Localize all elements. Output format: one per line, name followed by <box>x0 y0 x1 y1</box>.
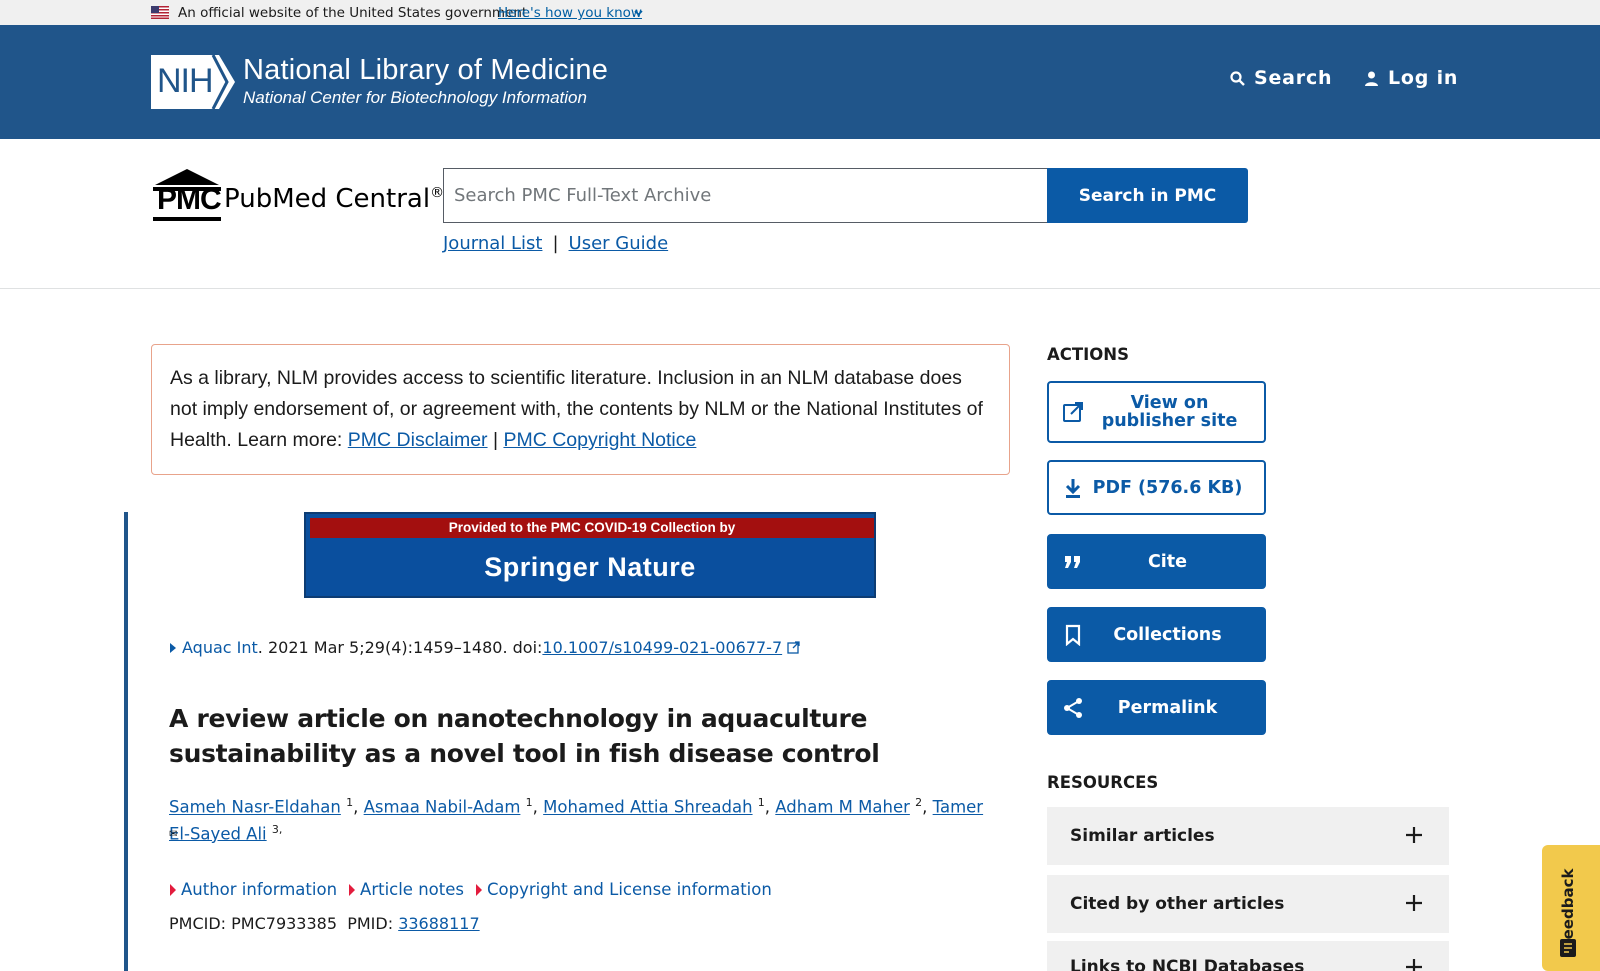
corresponding-author-icon[interactable]: ✉ <box>169 829 177 840</box>
external-link-icon <box>1061 400 1085 424</box>
caret-right-icon <box>170 642 176 653</box>
plus-icon <box>1406 827 1422 843</box>
pdf-download-button[interactable]: PDF (576.6 KB) <box>1047 460 1266 515</box>
how-you-know-link[interactable]: Here's how you know <box>498 5 642 21</box>
pmc-copyright-link[interactable]: PMC Copyright Notice <box>503 429 696 451</box>
pmc-links: Journal List | User Guide <box>443 233 668 254</box>
pmc-logo-text: PMC <box>157 183 222 216</box>
feedback-icon <box>1560 939 1576 957</box>
article-ids: PMCID: PMC7933385 PMID: 33688117 <box>169 914 480 933</box>
article-citation: Aquac Int . 2021 Mar 5;29(4):1459–1480. … <box>170 638 800 657</box>
resource-label: Similar articles <box>1070 826 1215 846</box>
feedback-label: Feedback <box>1559 868 1577 949</box>
us-flag-icon <box>151 6 169 19</box>
author-affil: 2 <box>915 796 923 809</box>
link-separator: | <box>552 233 559 254</box>
quote-icon <box>1061 550 1085 574</box>
header-search-button[interactable]: Search <box>1229 67 1332 89</box>
feedback-tab[interactable]: Feedback <box>1542 845 1600 971</box>
author-affil: 3, <box>271 822 283 836</box>
view-publisher-button[interactable]: View on publisher site <box>1047 381 1266 443</box>
ncbi-links-toggle[interactable]: Links to NCBI Databases <box>1047 941 1449 971</box>
header-login-label: Log in <box>1388 67 1459 89</box>
cited-by-toggle[interactable]: Cited by other articles <box>1047 875 1449 933</box>
author-link[interactable]: Adham M Maher <box>775 798 910 817</box>
search-in-pmc-button[interactable]: Search in PMC <box>1047 168 1248 223</box>
article-info-toggles: Author information Article notes Copyrig… <box>170 880 772 899</box>
copyright-license-toggle[interactable]: Copyright and License information <box>475 880 772 899</box>
header-search-label: Search <box>1254 67 1333 89</box>
author-affil: 1 <box>525 796 533 809</box>
plus-icon <box>1406 895 1422 911</box>
resource-label: Links to NCBI Databases <box>1070 957 1305 971</box>
article-title: A review article on nanotechnology in aq… <box>169 704 880 768</box>
author-information-toggle[interactable]: Author information <box>170 880 337 899</box>
toggle-label: Copyright and License information <box>486 880 772 899</box>
nlm-title: National Library of Medicine <box>243 54 609 86</box>
download-icon <box>1061 476 1085 500</box>
toggle-label: Author information <box>181 880 338 899</box>
gov-banner: An official website of the United States… <box>0 0 1600 25</box>
journal-list-link[interactable]: Journal List <box>443 233 542 254</box>
resource-label: Cited by other articles <box>1070 894 1285 914</box>
covid-banner-top: Provided to the PMC COVID-19 Collection … <box>310 518 874 538</box>
caret-right-icon <box>349 883 356 896</box>
search-icon <box>1230 70 1245 86</box>
author-affil: 1 <box>757 796 765 809</box>
author-affil: 1 <box>346 796 354 809</box>
caret-right-icon <box>475 883 482 896</box>
permalink-button[interactable]: Permalink <box>1047 680 1266 735</box>
author-link[interactable]: Sameh Nasr-Eldahan <box>169 798 341 817</box>
similar-articles-toggle[interactable]: Similar articles <box>1047 807 1449 865</box>
citation-text: . 2021 Mar 5;29(4):1459–1480. doi: <box>257 638 543 657</box>
cite-button[interactable]: Cite <box>1047 534 1266 589</box>
journal-link[interactable]: Aquac Int <box>182 638 258 657</box>
collections-button[interactable]: Collections <box>1047 607 1266 662</box>
ncbi-subtitle: National Center for Biotechnology Inform… <box>243 88 587 107</box>
user-icon <box>1365 71 1378 86</box>
caret-right-icon <box>170 883 176 896</box>
share-icon <box>1061 696 1085 720</box>
pmc-search-bar: PMC PubMed Central® Search in PMC Journa… <box>0 139 1600 289</box>
chevron-down-icon[interactable] <box>633 7 644 18</box>
external-link-icon <box>787 641 800 654</box>
toggle-label: Article notes <box>360 880 464 899</box>
nlm-disclaimer: As a library, NLM provides access to sci… <box>151 344 1010 475</box>
user-guide-link[interactable]: User Guide <box>569 233 669 254</box>
pubmed-central-title: PubMed Central® <box>224 184 444 214</box>
learn-more-label: Learn more: <box>237 429 343 451</box>
pmid-label: PMID: <box>347 914 394 933</box>
gov-banner-text: An official website of the United States… <box>178 5 528 21</box>
bookmark-icon <box>1061 623 1085 647</box>
nih-badge-text: NIH <box>157 62 214 100</box>
springer-nature-name: Springer Nature <box>484 552 696 582</box>
covid-collection-banner[interactable]: Provided to the PMC COVID-19 Collection … <box>304 512 876 598</box>
author-link[interactable]: Mohamed Attia Shreadah <box>543 798 752 817</box>
registered-mark: ® <box>430 185 445 201</box>
article-left-rule <box>124 512 128 971</box>
actions-heading: ACTIONS <box>1047 345 1129 364</box>
pmid-link[interactable]: 33688117 <box>398 914 479 933</box>
author-link[interactable]: Asmaa Nabil-Adam <box>364 798 521 817</box>
pmc-name-text: PubMed Central <box>224 184 431 214</box>
doi-link[interactable]: 10.1007/s10499-021-00677-7 <box>542 638 782 657</box>
pmc-search-input[interactable] <box>443 168 1049 223</box>
plus-icon <box>1406 959 1422 971</box>
resources-heading: RESOURCES <box>1047 773 1159 792</box>
nih-header: NIH National Library of Medicine Nationa… <box>0 25 1600 139</box>
pmcid: PMCID: PMC7933385 <box>169 914 338 933</box>
disclaimer-sep: | <box>492 429 499 451</box>
header-login-button[interactable]: Log in <box>1363 67 1458 89</box>
pmc-disclaimer-link[interactable]: PMC Disclaimer <box>348 429 488 451</box>
author-list: Sameh Nasr-Eldahan 1, Asmaa Nabil-Adam 1… <box>169 796 984 843</box>
article-notes-toggle[interactable]: Article notes <box>349 880 464 899</box>
